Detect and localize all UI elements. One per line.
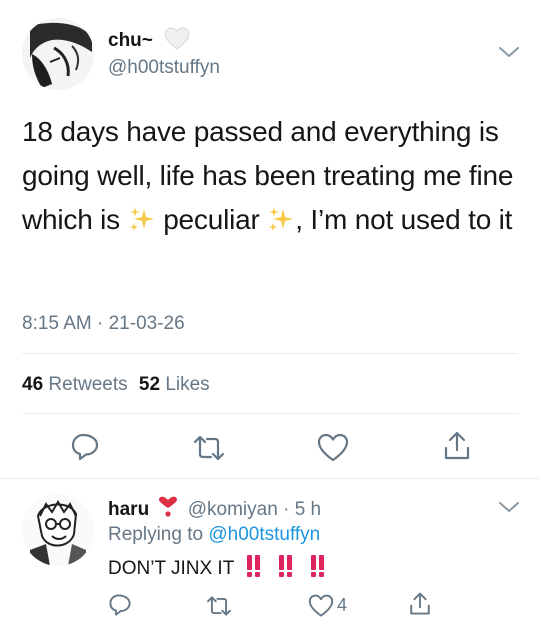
replying-to-link[interactable]: @h00tstuffyn	[208, 524, 320, 545]
sparkles-icon	[267, 202, 295, 231]
chevron-down-icon[interactable]	[498, 500, 520, 519]
divider	[22, 353, 518, 354]
avatar-illustration-icon	[22, 18, 94, 90]
sparkles-icon	[128, 202, 156, 231]
avatar-illustration-icon	[22, 494, 94, 566]
author-handle[interactable]: @h00tstuffyn	[108, 57, 220, 79]
double-exclamation-icon	[245, 554, 341, 584]
reply-like-count: 4	[337, 595, 348, 615]
retweet-icon[interactable]	[205, 595, 233, 617]
share-icon[interactable]	[408, 591, 432, 617]
white-heart-icon	[164, 27, 190, 56]
tweet-text: 18 days have passed and everything is go…	[22, 116, 514, 235]
like-icon[interactable]	[308, 594, 334, 618]
author-avatar[interactable]	[22, 18, 94, 90]
author-display-name[interactable]: chu~	[108, 30, 153, 52]
reply-text: DON’T JINX IT	[108, 554, 341, 584]
like-icon[interactable]	[317, 433, 349, 463]
retweets-count[interactable]: 46 Retweets	[22, 374, 133, 395]
reply-icon[interactable]	[70, 432, 100, 462]
reply-author-avatar[interactable]	[22, 494, 94, 566]
chevron-down-icon[interactable]	[498, 45, 520, 64]
tweet-timestamp[interactable]: 8:15 AM · 21-03-26	[22, 313, 185, 335]
share-icon[interactable]	[442, 430, 472, 462]
reply-header: haru @komiyan · 5 h	[108, 496, 321, 524]
red-heart-icon	[158, 496, 178, 524]
divider	[22, 413, 518, 414]
retweet-icon[interactable]	[192, 434, 226, 462]
divider	[0, 478, 540, 479]
likes-count[interactable]: 52 Likes	[139, 374, 210, 395]
replying-to-line: Replying to @h00tstuffyn	[108, 524, 321, 545]
engagement-counts: 46 Retweets 52 Likes	[22, 374, 210, 396]
reply-icon[interactable]	[108, 593, 132, 617]
